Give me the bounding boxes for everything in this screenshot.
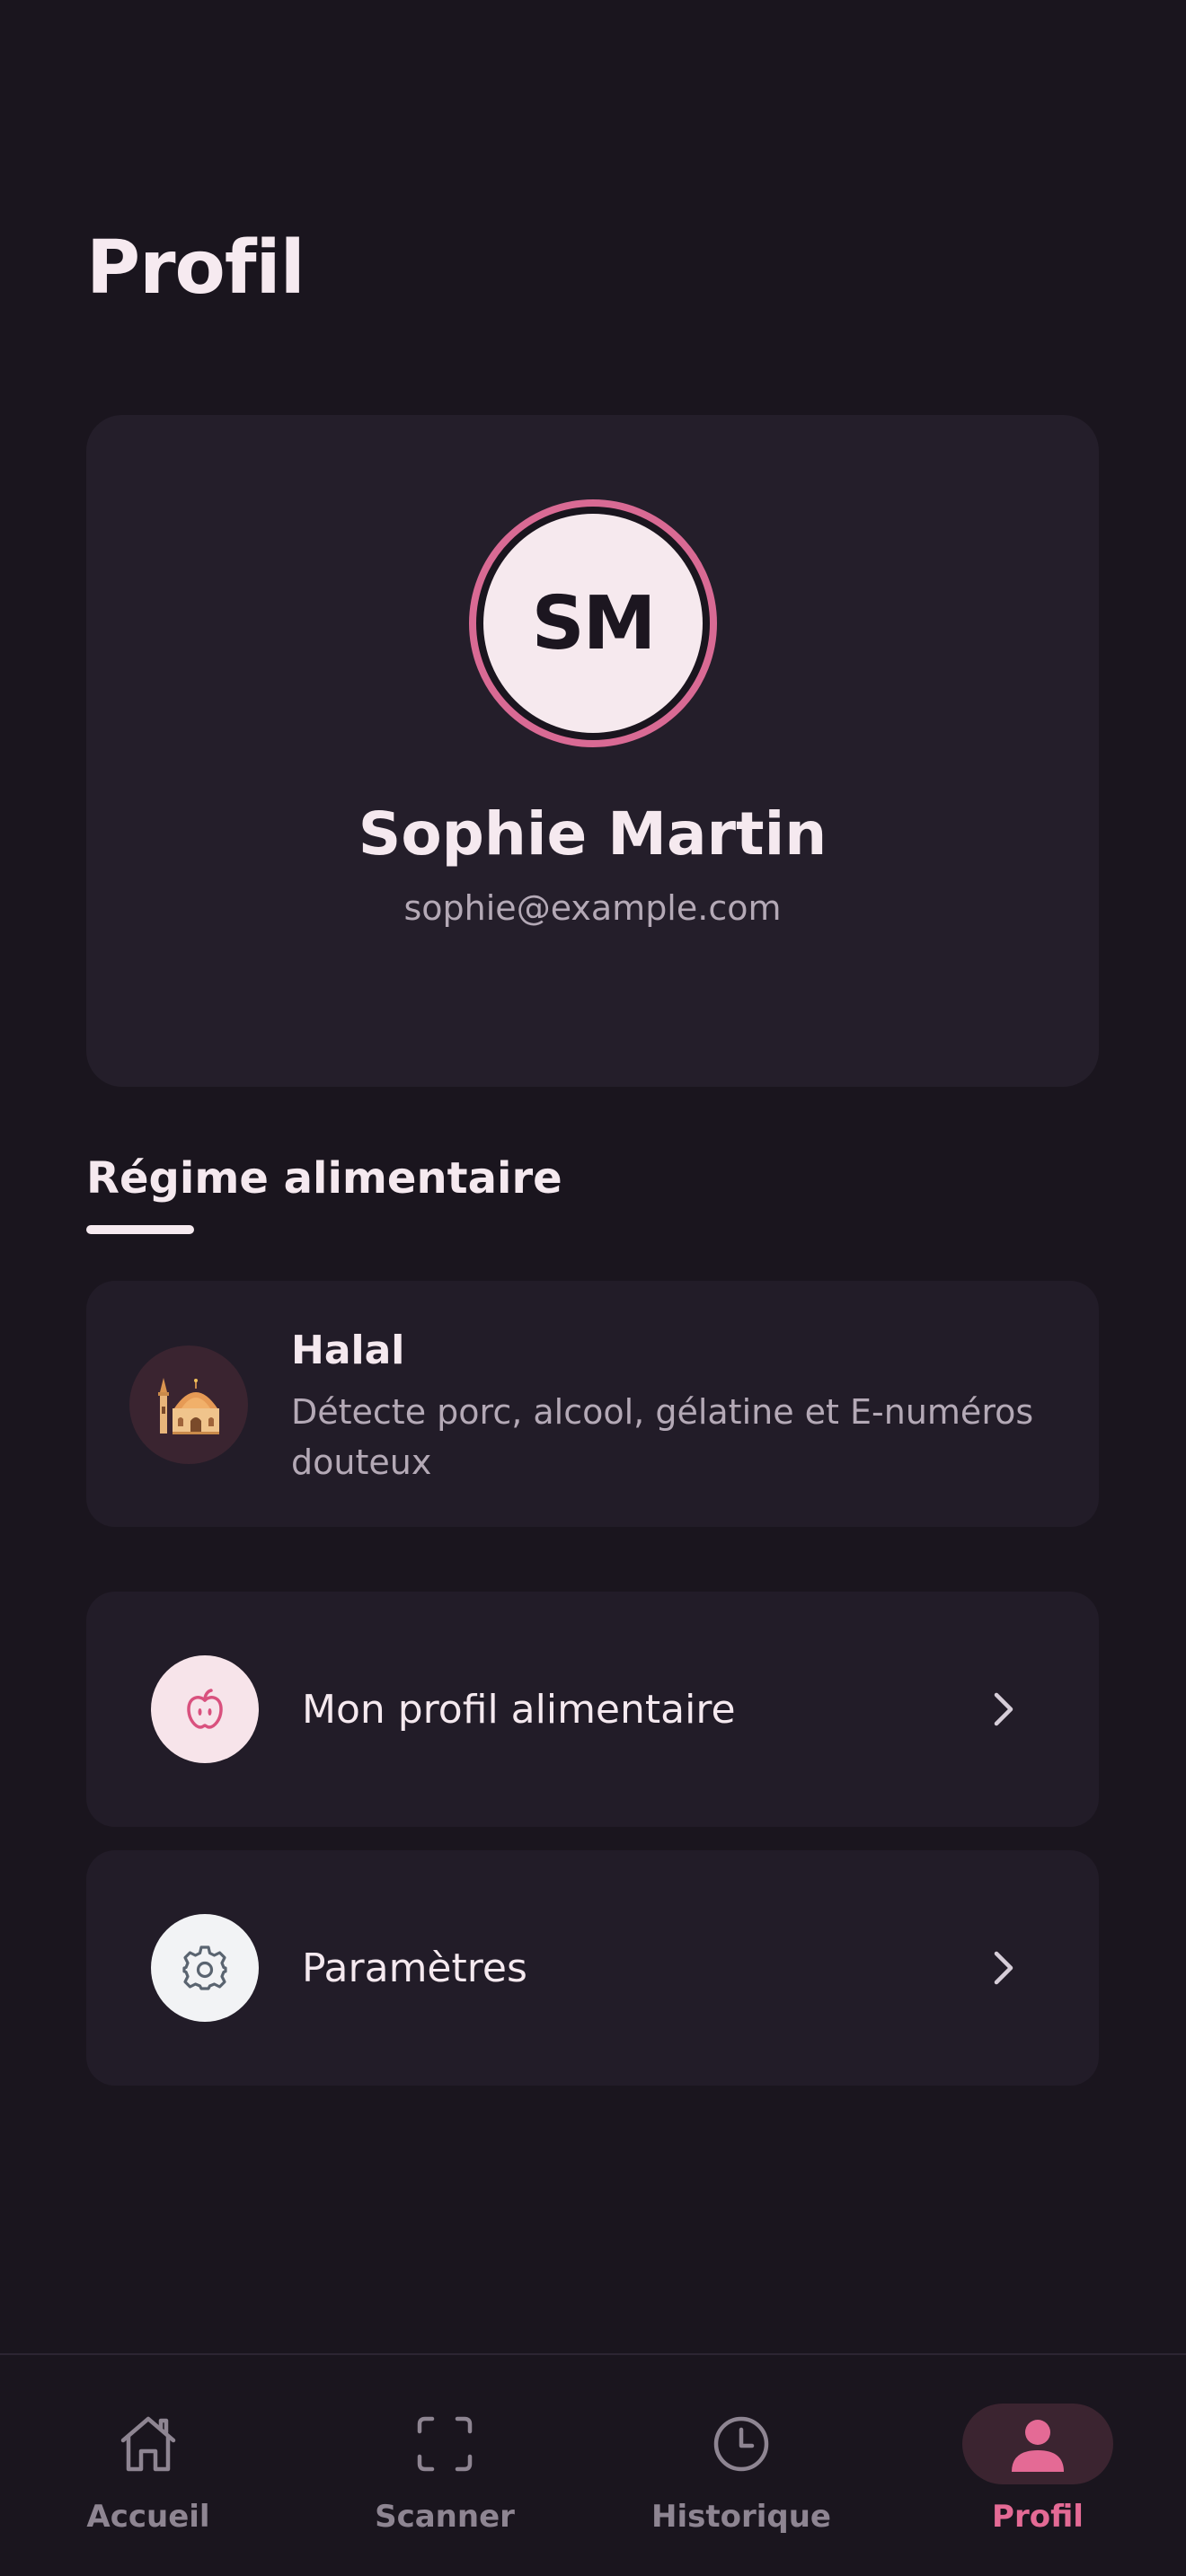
nav-label: Historique [651,2499,831,2535]
chevron-right-icon [994,1692,1013,1726]
menu-label: Mon profil alimentaire [302,1686,736,1733]
bottom-nav: Accueil Scanner Historique Profil [0,2353,1186,2576]
nav-item-profil[interactable]: Profil [890,2355,1186,2576]
menu-item-settings[interactable]: Paramètres [86,1850,1099,2086]
nav-item-scanner[interactable]: Scanner [296,2355,593,2576]
menu-label: Paramètres [302,1945,527,1991]
diet-description: Détecte porc, alcool, gélatine et E-numé… [291,1392,1034,1482]
user-email: sophie@example.com [403,888,782,928]
apple-icon [151,1655,259,1763]
user-name: Sophie Martin [358,799,828,869]
scan-icon [369,2404,520,2484]
nav-label: Scanner [375,2499,515,2535]
chevron-right-icon [994,1951,1013,1985]
home-icon [73,2404,224,2484]
page-title: Profil [86,225,305,311]
section-title-diet: Régime alimentaire [86,1153,562,1204]
clock-icon [666,2404,817,2484]
nav-item-accueil[interactable]: Accueil [0,2355,296,2576]
nav-label: Profil [992,2499,1084,2535]
avatar-initials: SM [483,514,703,733]
mosque-icon [129,1345,248,1464]
section-underline [86,1225,194,1234]
avatar: SM [469,499,717,747]
nav-label: Accueil [86,2499,210,2535]
menu-item-food-profile[interactable]: Mon profil alimentaire [86,1592,1099,1827]
diet-name: Halal [291,1328,405,1373]
profile-card: SM Sophie Martin sophie@example.com [86,415,1099,1087]
gear-icon [151,1914,259,2022]
person-icon [962,2404,1113,2484]
nav-item-historique[interactable]: Historique [593,2355,890,2576]
diet-card-halal[interactable]: Halal Détecte porc, alcool, gélatine et … [86,1281,1099,1527]
